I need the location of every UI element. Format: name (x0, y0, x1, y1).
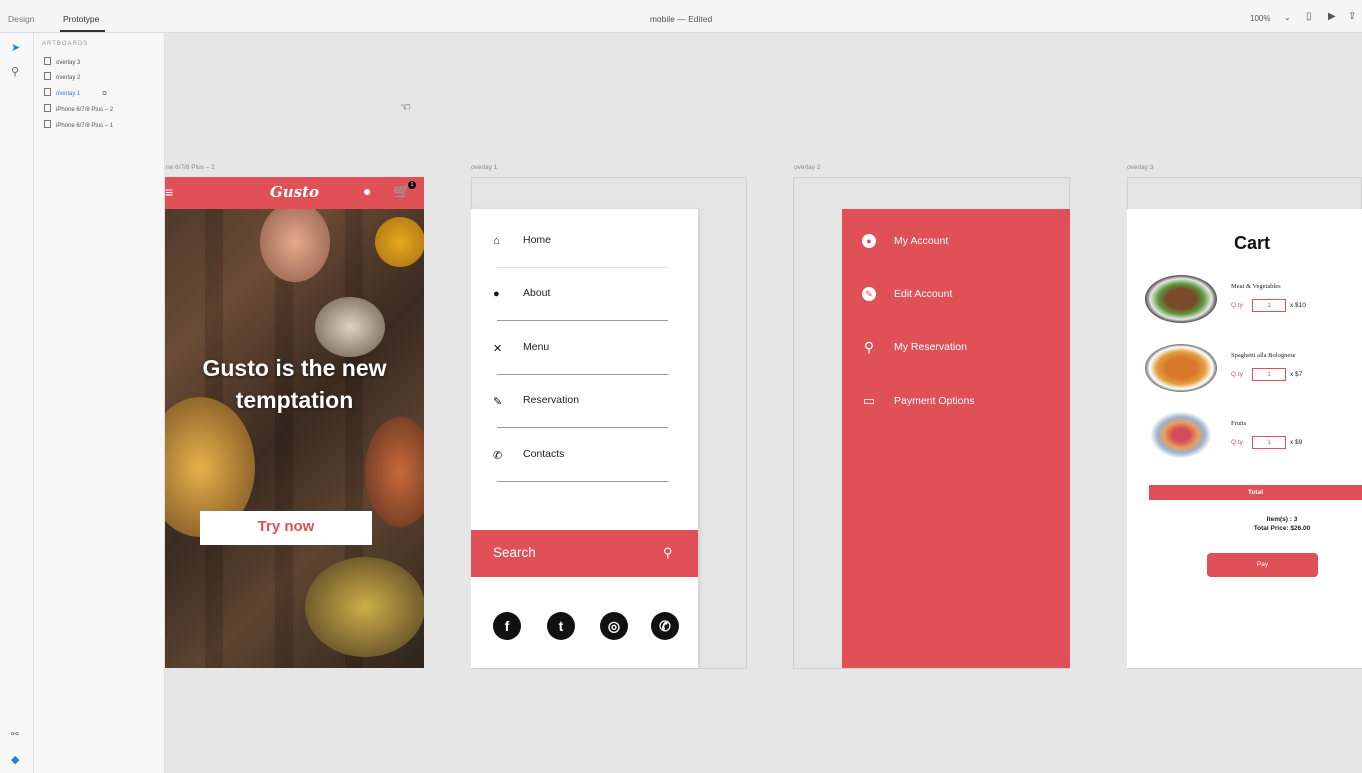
account-item-payment-options[interactable]: ▭ Payment Options (842, 394, 1070, 424)
food-tomato-image (365, 417, 424, 527)
edit-icon: ✎ (862, 287, 876, 301)
menu-item-about[interactable]: ● About (471, 262, 698, 321)
layers-icon[interactable]: ◆ (11, 753, 19, 766)
chat-icon: ● (493, 288, 500, 300)
search-label: Search (493, 545, 536, 560)
home-header: ≡ Gusto ● 🛒 1 (165, 177, 424, 209)
food-dish-image (305, 557, 424, 657)
plugins-icon[interactable]: ⚯ (11, 729, 19, 740)
cart-overlay: Cart Meat & Vegetables Q.ty 1 x $10 Spag… (1127, 209, 1362, 668)
edit-icon: ✎ (493, 396, 503, 408)
chevron-down-icon[interactable]: ⌄ (1284, 13, 1291, 22)
cart-title: Cart (1233, 233, 1270, 253)
tool-sidebar: ➤ ⚲ ⚯ ◆ (0, 33, 34, 773)
layer-item[interactable]: overlay 2 (44, 72, 80, 81)
meat-dish-image (1145, 275, 1217, 323)
layer-item[interactable]: iPhone 6/7/8 Plus – 1 (44, 120, 113, 129)
layer-item[interactable]: overlay 3 (44, 57, 80, 66)
artboard-icon (44, 57, 51, 65)
total-bar: Total (1149, 485, 1362, 500)
zoom-level[interactable]: 100% (1250, 14, 1270, 23)
device-preview-icon[interactable]: ▯ (1306, 11, 1312, 22)
layers-panel: ARTBOARDS overlay 3 overlay 2 overlay 1 ⧉… (34, 33, 165, 773)
home-icon: ⌂ (493, 235, 500, 247)
artboard-icon (44, 88, 51, 96)
cart-item: Spaghetti alla Bolognese Q.ty 1 x $7 (1127, 344, 1362, 396)
cart-badge: 1 (408, 181, 416, 189)
menu-item-home[interactable]: ⌂ Home (471, 209, 698, 268)
user-icon: ● (862, 234, 876, 248)
document-title: mobile — Edited (649, 14, 713, 24)
quantity-input[interactable]: 1 (1252, 436, 1286, 449)
food-plate-image (315, 297, 385, 357)
phone-icon: ✆ (493, 450, 503, 462)
link-icon[interactable]: ⧉ (102, 91, 106, 97)
search-icon[interactable]: ⚲ (663, 545, 673, 561)
quantity-input[interactable]: 1 (1252, 368, 1286, 381)
total-price: Total Price: $26.00 (1253, 525, 1311, 532)
whatsapp-icon[interactable]: ✆ (651, 612, 679, 640)
account-item-my-account[interactable]: ● My Account (842, 234, 1070, 264)
artboard-label[interactable]: overlay 3 (1127, 164, 1153, 171)
menu-item-reservation[interactable]: ✎ Reservation (471, 369, 698, 428)
account-icon[interactable]: ● (363, 183, 371, 199)
search-bar[interactable]: Search ⚲ (471, 530, 698, 577)
artboard-icon (44, 72, 51, 80)
pay-button[interactable]: Pay (1207, 553, 1318, 577)
menu-item-menu[interactable]: ✕ Menu (471, 316, 698, 375)
select-tool-icon[interactable]: ➤ (11, 41, 20, 54)
artboard-label[interactable]: overlay 1 (471, 164, 497, 171)
search-icon: ⚲ (863, 339, 875, 355)
divider (497, 481, 668, 482)
active-tab-indicator (60, 30, 105, 32)
cutlery-icon: ✕ (493, 343, 503, 355)
hero-headline: Gusto is the new temptation (202, 355, 387, 413)
account-overlay: ● My Account ✎ Edit Account ⚲ My Reserva… (842, 209, 1070, 668)
quantity-input[interactable]: 1 (1252, 299, 1286, 312)
gusto-logo: Gusto (269, 183, 320, 201)
spaghetti-dish-image (1145, 344, 1217, 392)
fruits-dish-image (1151, 412, 1211, 458)
account-item-my-reservation[interactable]: ⚲ My Reservation (842, 340, 1070, 370)
cart-item: Fruits Q.ty 1 x $9 (1127, 412, 1362, 464)
menu-overlay: ⌂ Home ● About ✕ Menu ✎ Reservation ✆ Co… (471, 209, 698, 668)
facebook-icon[interactable]: f (493, 612, 521, 640)
share-icon[interactable]: ⇪ (1348, 11, 1356, 22)
app-toolbar: Design Prototype mobile — Edited 100% ⌄ … (0, 0, 1362, 33)
layer-item[interactable]: iPhone 6/7/8 Plus – 2 (44, 104, 113, 113)
credit-card-icon: ▭ (862, 393, 876, 408)
items-count: Item(s) : 3 (1266, 516, 1298, 523)
hand-cursor-icon: ☜ (400, 100, 411, 114)
food-sauce-image (375, 217, 424, 267)
try-now-button[interactable]: Try now (200, 511, 372, 545)
layers-title: ARTBOARDS (42, 41, 89, 47)
artboard-icon (44, 120, 51, 128)
artboard-label[interactable]: ne 6/7/8 Plus – 2 (166, 164, 215, 171)
zoom-tool-icon[interactable]: ⚲ (11, 65, 19, 78)
account-item-edit-account[interactable]: ✎ Edit Account (842, 287, 1070, 317)
twitter-icon[interactable]: t (547, 612, 575, 640)
artboard-label[interactable]: overlay 2 (794, 164, 820, 171)
cart-item: Meat & Vegetables Q.ty 1 x $10 (1127, 275, 1362, 327)
food-drink-image (260, 202, 330, 282)
instagram-icon[interactable]: ◎ (600, 612, 628, 640)
menu-item-contacts[interactable]: ✆ Contacts (471, 423, 698, 482)
layer-item[interactable]: overlay 1 ⧉ (44, 88, 107, 98)
home-screen: ≡ Gusto ● 🛒 1 Gusto is the new temptatio… (165, 177, 424, 668)
artboard-icon (44, 104, 51, 112)
play-icon[interactable]: ▶ (1328, 11, 1336, 22)
